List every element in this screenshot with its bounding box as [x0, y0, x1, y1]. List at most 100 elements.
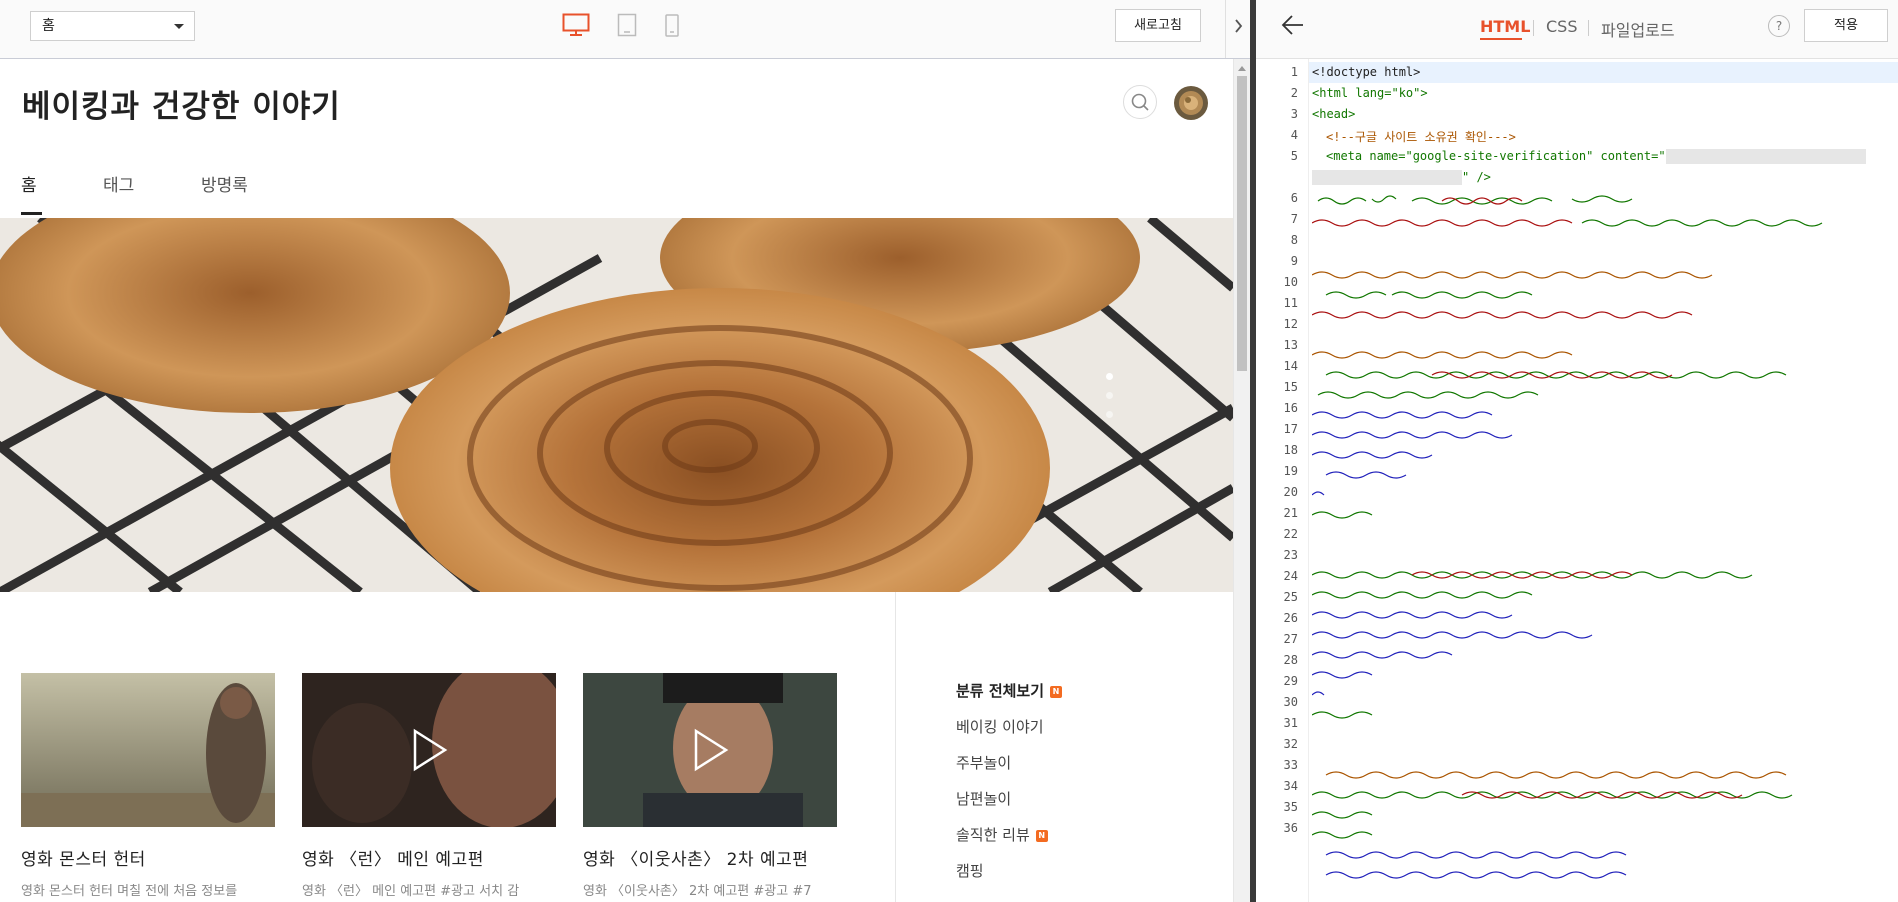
play-icon	[694, 728, 729, 772]
redacted-value	[1312, 170, 1462, 185]
post-card[interactable]: 영화 〈런〉 메인 예고편 영화 〈런〉 메인 예고편 #광고 서치 감	[302, 673, 556, 899]
line-number: 34	[1283, 779, 1298, 793]
apply-button[interactable]: 적용	[1804, 9, 1888, 42]
line-number: 11	[1283, 296, 1298, 310]
line-number: 16	[1283, 401, 1298, 415]
code-text: <head>	[1312, 107, 1356, 121]
slide-dot-1[interactable]	[1106, 373, 1113, 380]
line-number: 13	[1283, 338, 1298, 352]
post-title[interactable]: 영화 〈런〉 메인 예고편	[302, 845, 556, 870]
line-number: 14	[1283, 359, 1298, 373]
category-label: 분류 전체보기	[956, 682, 1045, 700]
redacted-value	[1665, 149, 1866, 164]
back-arrow-icon[interactable]	[1281, 14, 1305, 36]
tab-html[interactable]: HTML	[1480, 17, 1530, 36]
line-number: 9	[1290, 254, 1298, 268]
category-housewife[interactable]: 주부놀이	[956, 752, 1011, 773]
search-button[interactable]	[1123, 85, 1157, 119]
avatar[interactable]	[1174, 86, 1208, 120]
hero-image[interactable]	[0, 218, 1233, 592]
refresh-button[interactable]: 새로고침	[1115, 9, 1201, 42]
category-label: 남편놀이	[956, 790, 1012, 808]
line-number: 3	[1290, 107, 1298, 121]
line-number: 22	[1283, 527, 1298, 541]
line-number-gutter: 1 2 3 4 5 6 7 8 9 10 11 12 13 14 15 16 17 18 19 20 21 22 23 24 2…	[1256, 59, 1309, 902]
line-number: 30	[1283, 695, 1298, 709]
tab-css[interactable]: CSS	[1546, 17, 1577, 36]
code-line: <!doctype html>	[1312, 65, 1420, 79]
post-excerpt: 영화 〈이웃사촌〉 2차 예고편 #광고 #7	[583, 884, 812, 899]
code-line: <!--구글 사이트 소유권 확인--->	[1326, 128, 1516, 145]
post-card[interactable]: 영화 〈이웃사촌〉 2차 예고편 영화 〈이웃사촌〉 2차 예고편 #광고 #7	[583, 673, 837, 899]
obscured-code	[1312, 195, 1823, 879]
code-line: " />	[1312, 170, 1491, 185]
slide-dot-2[interactable]	[1106, 392, 1113, 399]
code-text: <html lang="ko">	[1312, 86, 1428, 100]
post-thumbnail[interactable]	[21, 673, 275, 827]
tab-separator	[1533, 20, 1534, 36]
scrollbar-thumb[interactable]	[1237, 76, 1247, 371]
line-number: 4	[1290, 128, 1298, 142]
line-number: 33	[1283, 758, 1298, 772]
new-badge: N	[1050, 685, 1063, 698]
line-number: 8	[1290, 233, 1298, 247]
preview-panel: 홈 새로고침 베이킹과 건강한 이야기 홈 태그 방명록 영화 몬스터 헌터 영…	[0, 0, 1250, 902]
code-line: <html lang="ko">	[1312, 86, 1428, 100]
slide-dot-3[interactable]	[1106, 411, 1113, 418]
tab-tag[interactable]: 태그	[103, 171, 134, 196]
code-editor[interactable]: 1 2 3 4 5 6 7 8 9 10 11 12 13 14 15 16 17 18 19 20 21 22 23 24 2…	[1256, 59, 1898, 902]
line-number: 21	[1283, 506, 1298, 520]
line-number: 28	[1283, 653, 1298, 667]
page-select[interactable]: 홈	[30, 11, 195, 41]
desktop-icon[interactable]	[562, 13, 590, 37]
play-icon	[413, 728, 448, 772]
code-text: <meta name="google-site-verification" co…	[1326, 149, 1666, 163]
line-number: 29	[1283, 674, 1298, 688]
tab-home[interactable]: 홈	[21, 171, 37, 196]
code-line: <meta name="google-site-verification" co…	[1326, 149, 1866, 164]
post-excerpt: 영화 몬스터 헌터 며칠 전에 처음 정보를	[21, 884, 238, 899]
category-review[interactable]: 솔직한 리뷰 N	[956, 824, 1048, 845]
chevron-down-icon	[174, 24, 184, 29]
line-number: 20	[1283, 485, 1298, 499]
blog-title[interactable]: 베이킹과 건강한 이야기	[22, 81, 341, 126]
post-card[interactable]: 영화 몬스터 헌터 영화 몬스터 헌터 며칠 전에 처음 정보를	[21, 673, 275, 899]
collapse-preview-button[interactable]	[1225, 0, 1250, 58]
line-number: 10	[1283, 275, 1298, 289]
line-number: 36	[1283, 821, 1298, 835]
page-select-value: 홈	[42, 18, 55, 34]
help-button[interactable]: ?	[1768, 15, 1790, 37]
post-title[interactable]: 영화 〈이웃사촌〉 2차 예고편	[583, 845, 837, 870]
category-label: 솔직한 리뷰	[956, 826, 1030, 844]
category-all[interactable]: 분류 전체보기 N	[956, 680, 1063, 701]
post-title[interactable]: 영화 몬스터 헌터	[21, 845, 275, 870]
line-number: 25	[1283, 590, 1298, 604]
line-number: 7	[1290, 212, 1298, 226]
code-area[interactable]: <!doctype html> <html lang="ko"> <head> …	[1312, 59, 1898, 902]
line-number: 15	[1283, 380, 1298, 394]
post-thumbnail[interactable]	[583, 673, 837, 827]
line-number: 5	[1290, 149, 1298, 163]
mobile-icon[interactable]	[665, 14, 679, 37]
line-number: 12	[1283, 317, 1298, 331]
line-number: 2	[1290, 86, 1298, 100]
line-number: 24	[1283, 569, 1298, 583]
category-camping[interactable]: 캠핑	[956, 860, 984, 881]
editor-toolbar: HTML CSS 파일업로드 ? 적용	[1256, 0, 1898, 59]
tablet-icon[interactable]	[617, 13, 637, 37]
line-number: 6	[1290, 191, 1298, 205]
category-label: 베이킹 이야기	[956, 718, 1044, 736]
tab-separator	[1588, 20, 1589, 36]
editor-panel: HTML CSS 파일업로드 ? 적용 1 2 3 4 5 6 7 8 9 10 11 12 13 14 1…	[1256, 0, 1898, 902]
code-text: " />	[1462, 170, 1491, 184]
preview-scrollbar[interactable]	[1233, 59, 1250, 902]
line-number: 32	[1283, 737, 1298, 751]
tab-guestbook[interactable]: 방명록	[201, 171, 248, 196]
search-icon	[1131, 93, 1149, 111]
line-number: 1	[1290, 65, 1298, 79]
preview-toolbar: 홈 새로고침	[0, 0, 1250, 59]
tab-file-upload[interactable]: 파일업로드	[1601, 17, 1675, 41]
category-baking[interactable]: 베이킹 이야기	[956, 716, 1044, 737]
category-husband[interactable]: 남편놀이	[956, 788, 1011, 809]
post-thumbnail[interactable]	[302, 673, 556, 827]
